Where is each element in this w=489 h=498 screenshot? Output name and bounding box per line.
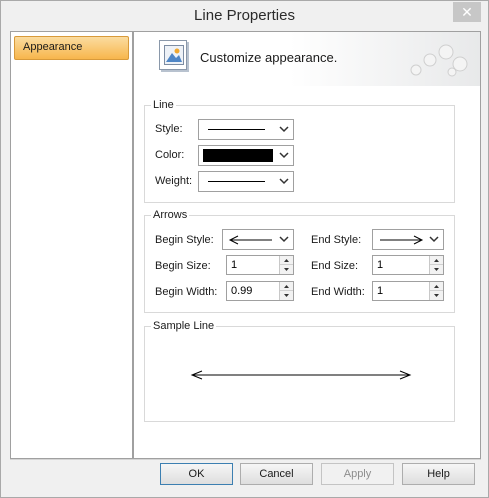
begin-width-label: Begin Width: (155, 286, 218, 298)
begin-width-stepper[interactable]: 0.99 (226, 281, 294, 301)
end-arrow-preview (380, 235, 424, 245)
window-title: Line Properties (194, 7, 295, 24)
chevron-down-icon (279, 178, 289, 185)
style-label: Style: (155, 123, 183, 135)
spin-down-icon[interactable] (430, 291, 443, 300)
begin-width-value: 0.99 (231, 285, 253, 297)
end-width-stepper[interactable]: 1 (372, 281, 444, 301)
spin-down-icon[interactable] (280, 265, 293, 274)
title-bar: Line Properties ✕ (1, 1, 488, 31)
end-width-label: End Width: (311, 286, 365, 298)
header-banner: Customize appearance. (134, 32, 480, 86)
line-group-title: Line (151, 99, 176, 111)
line-weight-preview (208, 181, 265, 182)
line-style-preview (208, 129, 265, 130)
chevron-down-icon (279, 126, 289, 133)
content-panel: Customize appearance. Line Style: Color: (133, 31, 481, 459)
end-size-stepper[interactable]: 1 (372, 255, 444, 275)
apply-button[interactable]: Apply (321, 463, 394, 485)
ok-button[interactable]: OK (160, 463, 233, 485)
spin-up-icon[interactable] (280, 256, 293, 265)
spin-up-icon[interactable] (280, 282, 293, 291)
sidebar: Appearance (10, 31, 133, 459)
begin-arrow-preview (228, 235, 272, 245)
begin-style-label: Begin Style: (155, 234, 214, 246)
color-swatch (203, 149, 273, 162)
chevron-down-icon (279, 152, 289, 159)
footer-divider (10, 459, 481, 460)
end-size-value: 1 (377, 259, 384, 271)
spin-down-icon[interactable] (430, 265, 443, 274)
sample-line-preview (190, 370, 412, 380)
arrows-group-title: Arrows (151, 209, 190, 221)
end-style-dropdown[interactable] (372, 229, 444, 250)
sidebar-item-label: Appearance (23, 41, 83, 53)
sample-line-group: Sample Line (144, 320, 455, 422)
begin-size-value: 1 (231, 259, 238, 271)
cancel-button[interactable]: Cancel (240, 463, 313, 485)
decorative-circles-icon (410, 44, 468, 77)
end-width-value: 1 (377, 285, 384, 297)
line-color-dropdown[interactable] (198, 145, 294, 166)
end-style-label: End Style: (311, 234, 362, 246)
header-text: Customize appearance. (200, 50, 338, 65)
end-size-label: End Size: (311, 260, 359, 272)
spin-up-icon[interactable] (430, 282, 443, 291)
close-button[interactable]: ✕ (453, 2, 481, 22)
line-style-dropdown[interactable] (198, 119, 294, 140)
spin-up-icon[interactable] (430, 256, 443, 265)
begin-style-dropdown[interactable] (222, 229, 294, 250)
line-properties-dialog: Line Properties ✕ Appearance Customize a… (0, 0, 489, 498)
line-weight-dropdown[interactable] (198, 171, 294, 192)
spin-down-icon[interactable] (280, 291, 293, 300)
begin-size-label: Begin Size: (155, 260, 211, 272)
picture-icon (159, 40, 187, 70)
chevron-down-icon (279, 236, 289, 243)
line-group: Line Style: Color: Weight: (144, 99, 455, 203)
color-label: Color: (155, 149, 185, 161)
chevron-down-icon (429, 236, 439, 243)
weight-label: Weight: (155, 175, 193, 187)
help-button[interactable]: Help (402, 463, 475, 485)
begin-size-stepper[interactable]: 1 (226, 255, 294, 275)
arrows-group: Arrows Begin Style: End Style: Begin Siz… (144, 209, 455, 313)
sidebar-item-appearance[interactable]: Appearance (14, 36, 129, 60)
